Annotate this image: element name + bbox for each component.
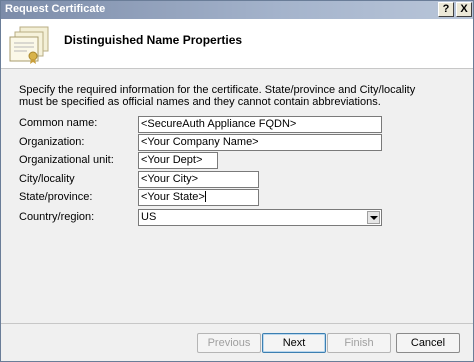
cancel-button[interactable]: Cancel — [396, 333, 460, 353]
instructions-text: Specify the required information for the… — [19, 84, 416, 108]
state-value: <Your State> — [141, 191, 205, 203]
finish-button[interactable]: Finish — [327, 333, 391, 353]
org-unit-label: Organizational unit: — [19, 154, 114, 166]
page-title: Distinguished Name Properties — [64, 33, 243, 47]
country-value: US — [141, 211, 157, 223]
country-select[interactable]: US — [138, 209, 382, 226]
common-name-value: <SecureAuth Appliance FQDN> — [141, 118, 297, 130]
org-unit-value: <Your Dept> — [141, 154, 203, 166]
organization-value: <Your Company Name> — [141, 136, 259, 148]
next-button[interactable]: Next — [262, 333, 326, 353]
state-label: State/province: — [19, 191, 93, 203]
request-certificate-dialog: Request Certificate ? X Distinguished Na… — [0, 0, 474, 362]
chevron-down-icon[interactable] — [367, 211, 380, 224]
footer-divider — [1, 323, 473, 324]
window-title: Request Certificate — [5, 3, 106, 15]
organization-field[interactable]: <Your Company Name> — [138, 134, 382, 151]
city-field[interactable]: <Your City> — [138, 171, 259, 188]
previous-button[interactable]: Previous — [197, 333, 261, 353]
common-name-label: Common name: — [19, 117, 98, 129]
close-button[interactable]: X — [456, 2, 472, 17]
city-value: <Your City> — [141, 173, 199, 185]
wizard-header: Distinguished Name Properties — [1, 19, 473, 69]
country-label: Country/region: — [19, 211, 95, 223]
organization-label: Organization: — [19, 136, 85, 148]
state-field[interactable]: <Your State> — [138, 189, 259, 206]
org-unit-field[interactable]: <Your Dept> — [138, 152, 218, 169]
help-button[interactable]: ? — [438, 2, 454, 17]
text-cursor — [204, 191, 206, 202]
city-label: City/locality — [19, 173, 75, 185]
common-name-field[interactable]: <SecureAuth Appliance FQDN> — [138, 116, 382, 133]
title-bar[interactable]: Request Certificate ? X — [1, 1, 473, 19]
certificate-icon — [9, 26, 49, 64]
